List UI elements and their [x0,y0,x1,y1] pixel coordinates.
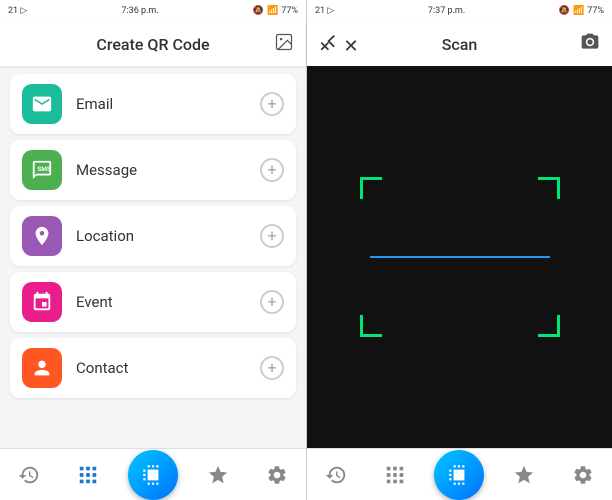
menu-label-event: Event [76,293,260,311]
right-panel: 21 ▷ 7:37 p.m. 🔕 📶 77% ✕ Scan [306,0,612,500]
status-right-icons: 🔕 📶 77% [559,6,604,16]
top-bar-right: ✕ Scan [307,22,612,66]
scan-line [370,256,550,258]
nav-settings-left[interactable] [258,460,296,490]
add-location-button[interactable]: + [260,224,284,248]
svg-text:SMS: SMS [37,165,51,173]
nav-grid-right[interactable] [376,460,414,490]
nav-favorites-left[interactable] [199,460,237,490]
back-button[interactable]: ✕ [319,32,359,57]
menu-label-contact: Contact [76,359,260,377]
corner-tr [538,177,560,199]
page-title-left: Create QR Code [96,35,209,54]
menu-list: Email + SMS Message + Location + Event + [0,66,306,448]
add-message-button[interactable]: + [260,158,284,182]
status-right-text: 21 ▷ [315,6,334,16]
add-email-button[interactable]: + [260,92,284,116]
status-bar-right: 21 ▷ 7:37 p.m. 🔕 📶 77% [307,0,612,22]
menu-item-email[interactable]: Email + [10,74,296,134]
nav-history-right[interactable] [317,460,355,490]
bottom-nav-left [0,448,306,500]
scanner-area [307,66,612,448]
menu-item-message[interactable]: SMS Message + [10,140,296,200]
camera-icon[interactable] [580,32,600,57]
corner-tl [360,177,382,199]
nav-grid-left[interactable] [69,460,107,490]
menu-label-location: Location [76,227,260,245]
create-qr-button[interactable] [128,450,178,500]
menu-item-contact[interactable]: Contact + [10,338,296,398]
nav-history-left[interactable] [10,460,48,490]
menu-label-message: Message [76,161,260,179]
page-title-right: Scan [442,35,478,54]
message-icon-box: SMS [22,150,62,190]
menu-item-location[interactable]: Location + [10,206,296,266]
add-contact-button[interactable]: + [260,356,284,380]
gallery-icon[interactable] [274,32,294,57]
corner-bl [360,315,382,337]
location-icon-box [22,216,62,256]
corner-br [538,315,560,337]
nav-favorites-right[interactable] [505,460,543,490]
contact-icon-box [22,348,62,388]
add-event-button[interactable]: + [260,290,284,314]
menu-label-email: Email [76,95,260,113]
scan-frame [360,177,560,337]
nav-settings-right[interactable] [564,460,602,490]
bottom-nav-right [307,448,612,500]
top-bar-left: Create QR Code [0,22,306,66]
status-left-time: 7:36 p.m. [121,6,158,16]
status-left-text: 21 ▷ [8,6,27,16]
email-icon-box [22,84,62,124]
menu-item-event[interactable]: Event + [10,272,296,332]
status-left-icons: 🔕 📶 77% [253,6,298,16]
scan-qr-button[interactable] [434,450,484,500]
event-icon-box [22,282,62,322]
left-panel: 21 ▷ 7:36 p.m. 🔕 📶 77% Create QR Code Em… [0,0,306,500]
status-bar-left: 21 ▷ 7:36 p.m. 🔕 📶 77% [0,0,306,22]
status-right-time: 7:37 p.m. [428,6,465,16]
